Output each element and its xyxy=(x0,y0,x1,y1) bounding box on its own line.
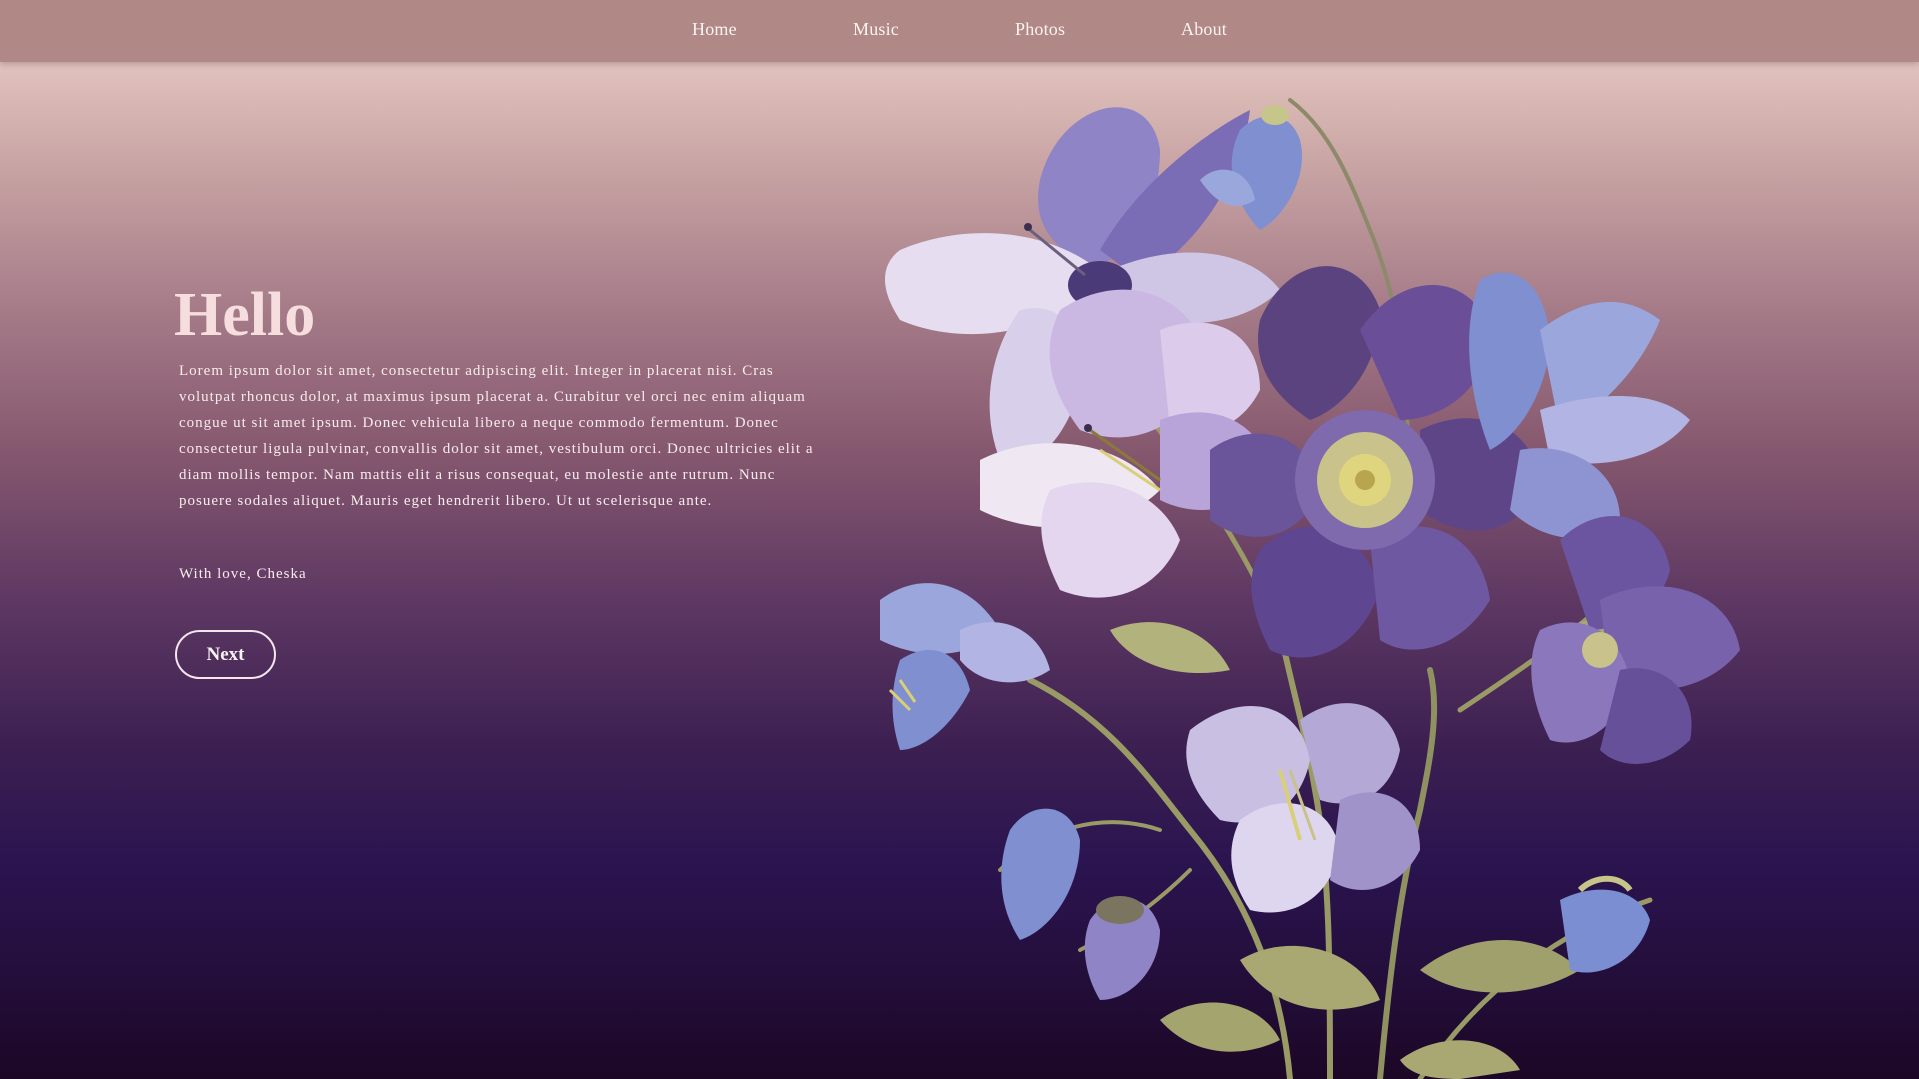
flower-left-hanging xyxy=(880,583,1050,750)
top-navigation-bar: Home Music Photos About xyxy=(0,0,1919,62)
next-button[interactable]: Next xyxy=(175,630,276,679)
flower-bouquet-illustration xyxy=(880,98,1740,1079)
nav-link-music[interactable]: Music xyxy=(853,19,899,40)
hero-signoff: With love, Cheska xyxy=(179,566,307,582)
nav-link-home[interactable]: Home xyxy=(692,19,737,40)
hero-body-text: Lorem ipsum dolor sit amet, consectetur … xyxy=(179,363,814,509)
flower-lower-right xyxy=(1531,516,1740,764)
nav-link-photos[interactable]: Photos xyxy=(1015,19,1065,40)
page: Home Music Photos About Hello Lorem ipsu… xyxy=(0,0,1919,1079)
hero-title: Hello xyxy=(174,281,316,349)
nav-link-about[interactable]: About xyxy=(1181,19,1227,40)
